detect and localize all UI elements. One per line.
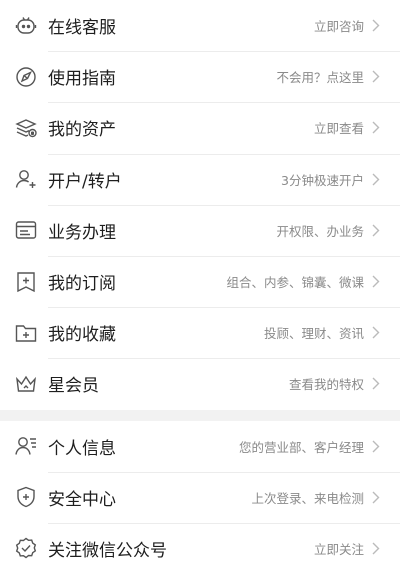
- menu-item-label: 在线客服: [48, 13, 314, 38]
- crown-icon: [14, 372, 38, 396]
- menu-item-personal-info[interactable]: 个人信息 您的营业部、客户经理: [0, 421, 400, 472]
- menu-item-favorites[interactable]: 我的收藏 投顾、理财、资讯: [0, 307, 400, 358]
- menu-item-hint: 立即关注: [314, 539, 364, 558]
- menu-item-label: 安全中心: [48, 485, 251, 510]
- menu-item-label: 个人信息: [48, 434, 239, 459]
- menu-item-label: 业务办理: [48, 218, 276, 243]
- menu-item-hint: 投顾、理财、资讯: [264, 323, 364, 342]
- menu-item-business[interactable]: 业务办理 开权限、办业务: [0, 205, 400, 256]
- menu-item-user-guide[interactable]: 使用指南 不会用？点这里: [0, 51, 400, 102]
- menu-item-follow-wechat[interactable]: 关注微信公众号 立即关注: [0, 523, 400, 574]
- menu-item-hint: 查看我的特权: [289, 374, 364, 393]
- menu-item-hint: 上次登录、来电检测: [251, 488, 364, 507]
- menu-item-subscriptions[interactable]: 我的订阅 组合、内参、锦囊、微课: [0, 256, 400, 307]
- menu-item-label: 我的订阅: [48, 269, 226, 294]
- menu-item-label: 我的收藏: [48, 320, 264, 345]
- subscription-icon: [14, 270, 38, 294]
- menu-item-hint: 立即查看: [314, 118, 364, 137]
- menu-item-hint: 立即咨询: [314, 16, 364, 35]
- chevron-right-icon: [372, 172, 382, 186]
- chevron-right-icon: [372, 377, 382, 391]
- personal-info-icon: [14, 434, 38, 458]
- chevron-right-icon: [372, 326, 382, 340]
- menu-item-hint: 开权限、办业务: [276, 221, 364, 240]
- chevron-right-icon: [372, 439, 382, 453]
- menu-item-hint: 不会用？点这里: [276, 67, 364, 86]
- chevron-right-icon: [372, 541, 382, 555]
- chevron-right-icon: [372, 70, 382, 84]
- menu-item-label: 我的资产: [48, 115, 314, 140]
- menu-group-secondary: 个人信息 您的营业部、客户经理 安全中心 上次登录、来电检测 关注微信公众号 立…: [0, 421, 400, 574]
- folder-add-icon: [14, 321, 38, 345]
- menu-item-security-center[interactable]: 安全中心 上次登录、来电检测: [0, 472, 400, 523]
- menu-item-star-member[interactable]: 星会员 查看我的特权: [0, 358, 400, 409]
- menu-item-label: 星会员: [48, 371, 289, 396]
- shield-icon: [14, 485, 38, 509]
- menu-item-hint: 组合、内参、锦囊、微课: [226, 272, 364, 291]
- section-divider: [0, 410, 400, 421]
- chevron-right-icon: [372, 121, 382, 135]
- chevron-right-icon: [372, 490, 382, 504]
- assets-stack-icon: [14, 116, 38, 140]
- wechat-check-icon: [14, 536, 38, 560]
- add-user-icon: [14, 167, 38, 191]
- compass-guide-icon: [14, 65, 38, 89]
- menu-item-hint: 您的营业部、客户经理: [239, 437, 364, 456]
- business-window-icon: [14, 218, 38, 242]
- menu-item-my-assets[interactable]: 我的资产 立即查看: [0, 102, 400, 153]
- menu-item-label: 使用指南: [48, 64, 276, 89]
- chevron-right-icon: [372, 19, 382, 33]
- customer-service-icon: [14, 14, 38, 38]
- menu-group-primary: 在线客服 立即咨询 使用指南 不会用？点这里 我的资产 立即查看 开户/转户 3…: [0, 0, 400, 410]
- menu-item-label: 开户/转户: [48, 167, 281, 192]
- menu-item-online-service[interactable]: 在线客服 立即咨询: [0, 0, 400, 51]
- menu-item-hint: 3分钟极速开户: [281, 170, 364, 189]
- chevron-right-icon: [372, 223, 382, 237]
- menu-item-open-account[interactable]: 开户/转户 3分钟极速开户: [0, 154, 400, 205]
- chevron-right-icon: [372, 275, 382, 289]
- menu-item-label: 关注微信公众号: [48, 536, 314, 561]
